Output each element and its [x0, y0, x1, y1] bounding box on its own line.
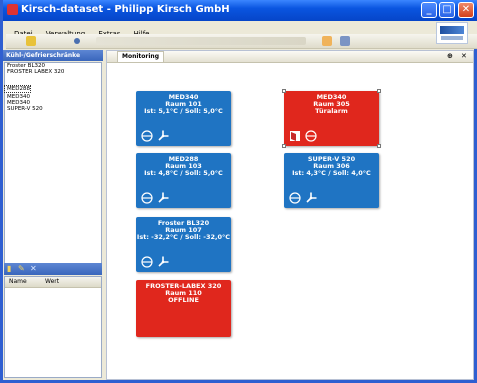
panel-title: Kühl-/Gefrierschränke — [3, 50, 103, 61]
fan-icon — [157, 256, 169, 267]
tab-bar: Monitoring ⊕ ✕ — [107, 51, 473, 63]
maximize-button[interactable]: □ — [439, 2, 455, 18]
resize-handle[interactable] — [282, 89, 286, 93]
panel-toolbar: ▮ ✎ ✕ — [4, 263, 102, 275]
fan-icon — [305, 192, 317, 203]
device-item[interactable]: SUPER-V 520 — [5, 106, 101, 112]
new-icon[interactable]: ▮ — [7, 264, 11, 274]
card-temperature: Ist: 4,3°C / Soll: 4,0°C — [292, 169, 371, 177]
app-icon — [7, 4, 18, 15]
monitoring-panel: Monitoring ⊕ ✕ MED340 Raum 101 Ist: 5,1°… — [106, 50, 474, 380]
device-item-selected[interactable]: MED288 — [4, 85, 31, 93]
property-grid[interactable]: Name Wert — [4, 276, 102, 378]
menu-bar: Datei Verwaltung Extras Hilfe — [6, 21, 477, 38]
title-bar[interactable]: Kirsch-dataset - Philipp Kirsch GmbH _ □… — [3, 0, 477, 21]
minimize-button[interactable]: _ — [421, 2, 437, 18]
door-closed-icon — [141, 130, 153, 142]
door-closed-icon — [305, 130, 317, 142]
card-alarm-text: Türalarm — [315, 107, 348, 115]
door-closed-icon — [141, 256, 153, 268]
card-status: OFFLINE — [168, 296, 199, 304]
door-closed-icon — [141, 192, 153, 204]
edit-icon[interactable]: ✎ — [18, 264, 25, 274]
door-closed-icon — [289, 192, 301, 204]
delete-icon[interactable]: ✕ — [30, 264, 37, 274]
device-card[interactable]: SUPER-V 520 Raum 306 Ist: 4,3°C / Soll: … — [284, 153, 379, 208]
column-name[interactable]: Name — [9, 277, 27, 287]
device-card[interactable]: Froster BL320 Raum 107 Ist: -32,2°C / So… — [136, 217, 231, 272]
device-card-alarm[interactable]: MED340 Raum 305 Türalarm — [282, 89, 381, 148]
pin-icon[interactable]: ⊕ — [447, 51, 453, 61]
fan-icon — [157, 192, 169, 203]
company-logo — [436, 22, 468, 44]
tab-monitoring[interactable]: Monitoring — [117, 51, 164, 62]
property-header: Name Wert — [5, 277, 101, 288]
toolbar — [6, 34, 477, 49]
door-open-icon — [289, 130, 301, 141]
card-temperature: Ist: 4,8°C / Soll: 5,0°C — [144, 169, 223, 177]
device-list[interactable]: Froster BL320 FROSTER LABEX 320 MED288 M… — [4, 62, 102, 270]
device-card[interactable]: MED288 Raum 103 Ist: 4,8°C / Soll: 5,0°C — [136, 153, 231, 208]
list-view-icon[interactable] — [340, 36, 350, 46]
open-icon[interactable] — [26, 36, 36, 46]
grid-view-icon[interactable] — [322, 36, 332, 46]
resize-handle[interactable] — [377, 144, 381, 148]
toolbar-dot-icon[interactable] — [74, 38, 80, 44]
column-value[interactable]: Wert — [45, 277, 59, 287]
window-title: Kirsch-dataset - Philipp Kirsch GmbH — [21, 4, 230, 15]
fan-icon — [157, 130, 169, 141]
resize-handle[interactable] — [282, 144, 286, 148]
close-button[interactable]: ✕ — [458, 2, 474, 18]
card-temperature: Ist: -32,2°C / Soll: -32,0°C — [136, 233, 231, 241]
left-panel: Kühl-/Gefrierschränke Froster BL320 FROS… — [3, 50, 103, 380]
device-card-offline[interactable]: FROSTER-LABEX 320 Raum 110 OFFLINE — [136, 280, 231, 337]
card-temperature: Ist: 5,1°C / Soll: 5,0°C — [144, 107, 223, 115]
close-panel-icon[interactable]: ✕ — [461, 51, 467, 61]
toolbar-buttons-group — [96, 37, 306, 45]
resize-handle[interactable] — [377, 89, 381, 93]
device-card[interactable]: MED340 Raum 101 Ist: 5,1°C / Soll: 5,0°C — [136, 91, 231, 146]
